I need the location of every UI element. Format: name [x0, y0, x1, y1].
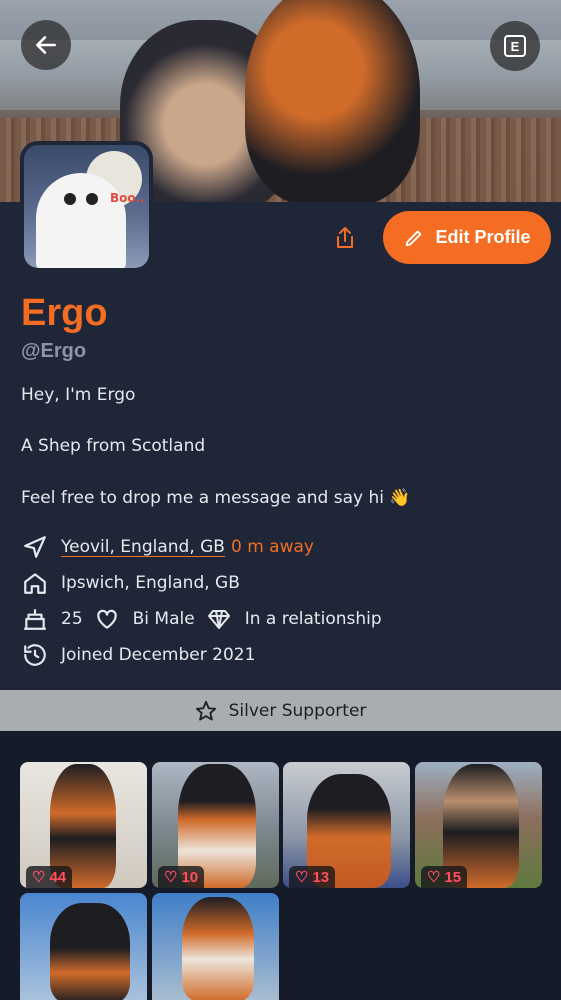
joined-row: Joined December 2021	[21, 641, 255, 669]
heart-outline-icon: ♡	[427, 869, 441, 886]
age-text: 25	[61, 609, 83, 629]
mode-button[interactable]: E	[490, 21, 540, 71]
like-badge: ♡ 44	[26, 866, 73, 888]
current-location-link[interactable]: Yeovil, England, GB	[61, 537, 225, 557]
joined-text: Joined December 2021	[61, 645, 256, 665]
gallery-photo[interactable]	[20, 893, 147, 1000]
personal-info-row: 25 Bi Male In a relationship	[21, 605, 382, 633]
avatar-boo-text: Boo..	[110, 191, 145, 205]
navigation-arrow-icon	[21, 533, 49, 561]
photo-fursuit	[182, 897, 254, 1000]
gallery-photo[interactable]	[152, 893, 279, 1000]
mode-badge-icon: E	[504, 35, 526, 57]
distance-text: 0 m away	[230, 537, 314, 557]
star-icon	[195, 700, 216, 721]
home-location-text: Ipswich, England, GB	[61, 573, 240, 593]
heart-outline-icon: ♡	[295, 869, 309, 886]
cake-icon	[21, 605, 49, 633]
like-badge: ♡ 15	[421, 866, 468, 888]
avatar[interactable]: Boo..	[20, 141, 153, 272]
bio-line-1: Hey, I'm Ergo	[21, 385, 136, 405]
avatar-image: Boo..	[24, 145, 149, 268]
like-count: 10	[181, 868, 199, 886]
supporter-bar[interactable]: Silver Supporter	[0, 690, 561, 731]
share-icon	[337, 227, 353, 248]
display-name: Ergo	[21, 292, 108, 334]
gallery-photo[interactable]: ♡ 44	[20, 762, 147, 888]
avatar-eye-right	[86, 193, 98, 205]
heart-outline-icon: ♡	[32, 869, 46, 886]
gallery-photo[interactable]: ♡ 13	[283, 762, 410, 888]
arrow-left-icon	[36, 36, 56, 54]
like-badge: ♡ 10	[158, 866, 205, 888]
username: @Ergo	[21, 340, 87, 362]
bio-line-2: A Shep from Scotland	[21, 436, 206, 456]
gallery-photo[interactable]: ♡ 15	[415, 762, 542, 888]
heart-outline-icon: ♡	[164, 869, 178, 886]
gallery-photo[interactable]: ♡ 10	[152, 762, 279, 888]
like-count: 13	[312, 868, 330, 886]
avatar-eye-left	[64, 193, 76, 205]
like-badge: ♡ 13	[289, 866, 336, 888]
heart-icon	[93, 605, 121, 633]
current-location-row: Yeovil, England, GB 0 m away	[21, 533, 314, 561]
banner-fursuit-right	[245, 0, 420, 202]
history-icon	[21, 641, 49, 669]
avatar-ghost	[36, 173, 126, 268]
edit-profile-button[interactable]: Edit Profile	[383, 211, 551, 264]
share-button[interactable]	[330, 223, 360, 253]
like-count: 44	[49, 868, 67, 886]
home-location-row: Ipswich, England, GB	[21, 569, 240, 597]
like-count: 15	[444, 868, 462, 886]
bio-line-3: Feel free to drop me a message and say h…	[21, 488, 411, 508]
orientation-text: Bi Male	[132, 609, 195, 629]
back-button[interactable]	[21, 20, 71, 70]
photo-fursuit	[50, 903, 130, 1000]
pencil-icon	[406, 230, 422, 246]
edit-profile-label: Edit Profile	[435, 227, 531, 247]
supporter-label: Silver Supporter	[228, 700, 367, 721]
diamond-icon	[205, 605, 233, 633]
home-icon	[21, 569, 49, 597]
relationship-text: In a relationship	[244, 609, 382, 629]
